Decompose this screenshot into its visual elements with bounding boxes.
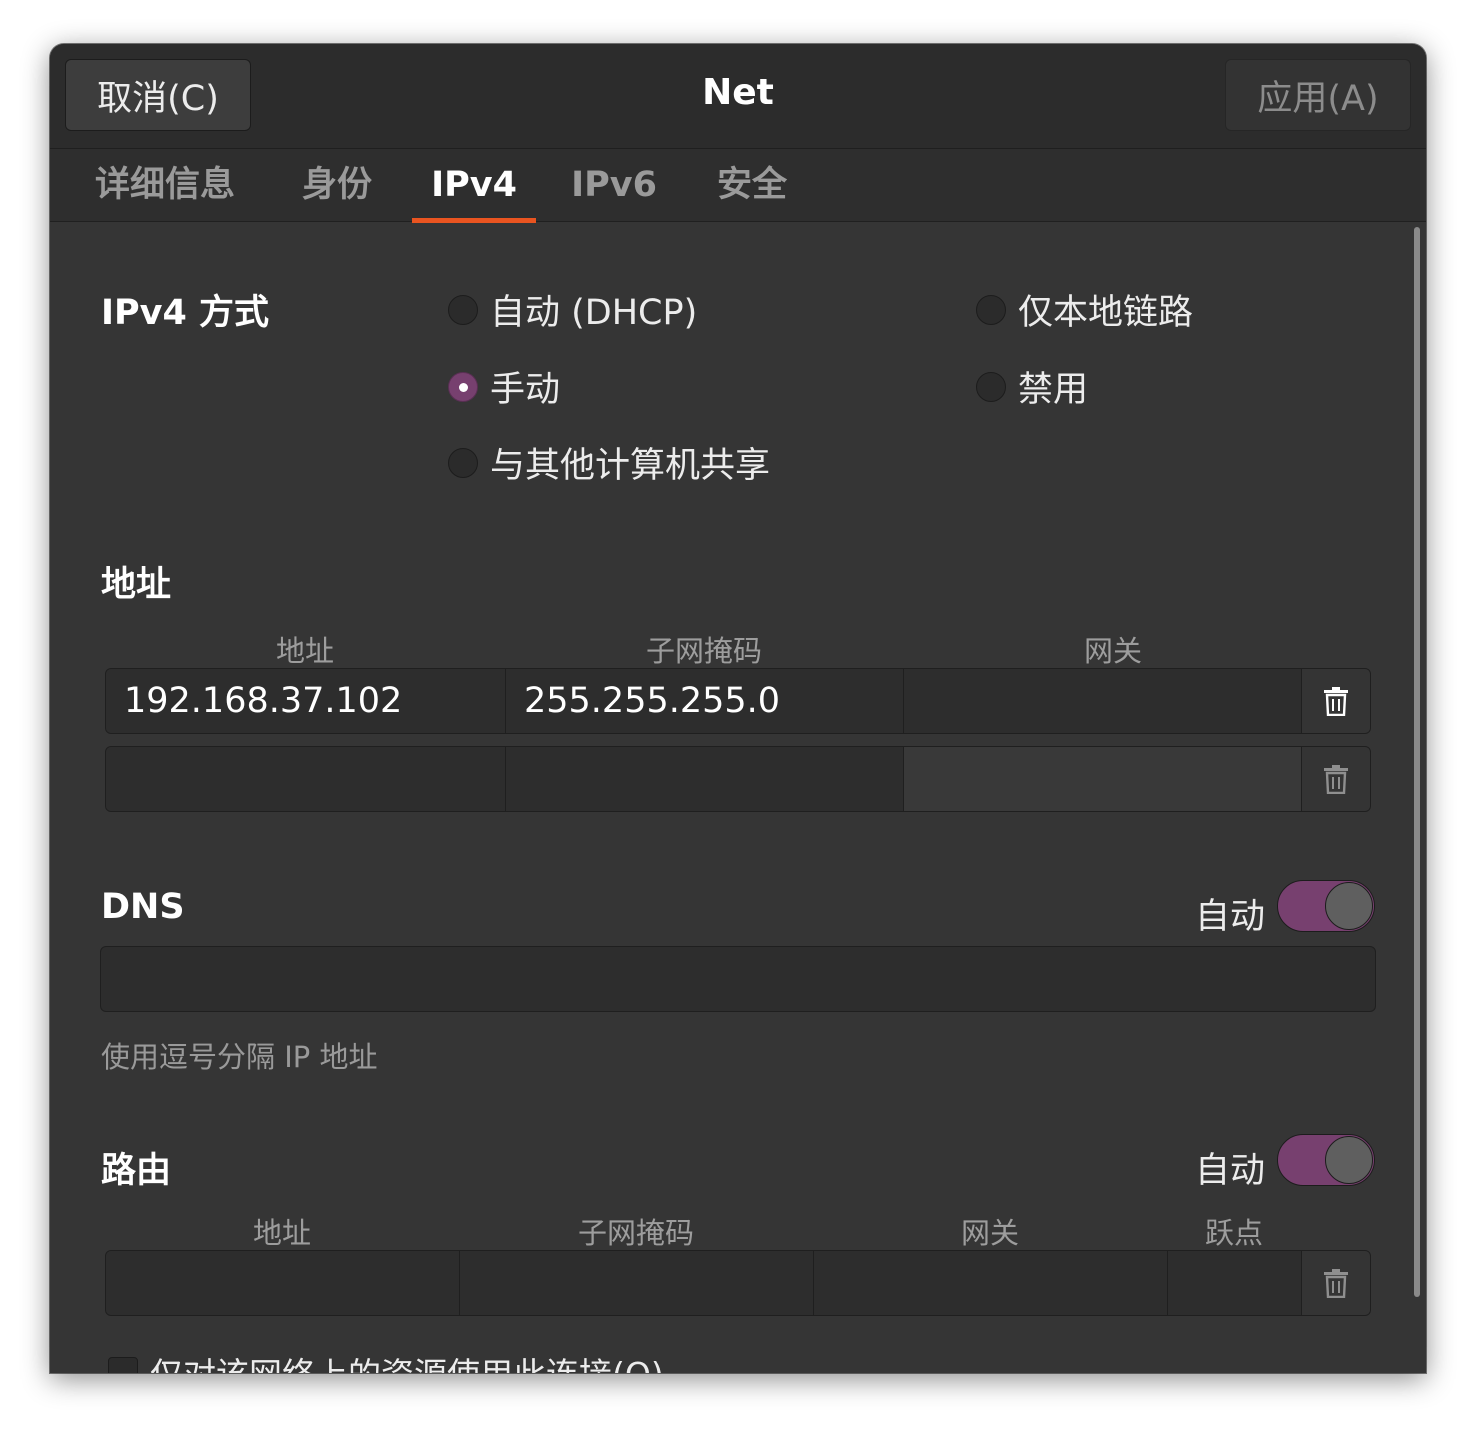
address-row: 192.168.37.102 255.255.255.0: [105, 668, 1371, 734]
network-settings-dialog: 取消(C) Net 应用(A) 详细信息 身份 IPv4 IPv6 安全 IPv…: [50, 44, 1426, 1373]
dns-auto-label: 自动: [1195, 897, 1266, 937]
radio-disabled-label: 禁用: [1018, 370, 1089, 410]
netmask-column-header: 子网掩码: [645, 634, 762, 668]
scrollbar[interactable]: [1414, 227, 1420, 1297]
route-netmask-column-header: 子网掩码: [577, 1216, 694, 1250]
dns-title: DNS: [101, 887, 185, 927]
header-bar: 取消(C) Net 应用(A): [50, 44, 1426, 149]
apply-button[interactable]: 应用(A): [1225, 59, 1411, 131]
tab-details[interactable]: 详细信息: [93, 149, 237, 221]
gateway-column-header: 网关: [1083, 634, 1142, 668]
route-netmask-input[interactable]: [460, 1251, 814, 1315]
dns-input[interactable]: [100, 946, 1376, 1012]
tab-ipv4[interactable]: IPv4: [412, 149, 536, 223]
radio-indicator-checked[interactable]: [448, 371, 478, 402]
route-metric-input[interactable]: [1168, 1251, 1302, 1315]
trash-icon: [1324, 1269, 1348, 1298]
tab-bar: 详细信息 身份 IPv4 IPv6 安全: [50, 149, 1426, 223]
address-input[interactable]: [106, 747, 506, 811]
only-local-resources-checkbox[interactable]: 仅对该网络上的资源使用此连接(O): [108, 1348, 664, 1373]
radio-indicator[interactable]: [976, 294, 1006, 325]
route-gateway-column-header: 网关: [960, 1216, 1019, 1250]
delete-route-button[interactable]: [1302, 1251, 1370, 1315]
address-input[interactable]: 192.168.37.102: [106, 669, 506, 733]
tab-security[interactable]: 安全: [716, 149, 788, 221]
delete-address-button[interactable]: [1302, 747, 1370, 811]
routes-title: 路由: [101, 1151, 172, 1191]
ipv4-page: IPv4 方式 自动 (DHCP) 仅本地链路 手动 禁用 与其他计算机共享 地…: [50, 222, 1426, 1373]
radio-link-local-label: 仅本地链路: [1018, 293, 1194, 333]
dns-auto-switch[interactable]: [1277, 880, 1375, 932]
route-row: [105, 1250, 1371, 1316]
tab-identity[interactable]: 身份: [301, 149, 373, 221]
netmask-input[interactable]: 255.255.255.0: [506, 669, 904, 733]
routes-auto-label: 自动: [1195, 1151, 1266, 1191]
ipv4-method-title: IPv4 方式: [101, 293, 270, 333]
trash-icon: [1324, 765, 1348, 794]
addresses-title: 地址: [101, 565, 172, 605]
dns-hint: 使用逗号分隔 IP 地址: [101, 1040, 378, 1074]
netmask-input[interactable]: [506, 747, 904, 811]
window-title: Net: [702, 72, 774, 113]
radio-link-local[interactable]: 仅本地链路: [976, 284, 1193, 335]
radio-dhcp[interactable]: 自动 (DHCP): [448, 284, 697, 335]
radio-manual-label: 手动: [490, 370, 561, 410]
route-metric-column-header: 跃点: [1204, 1216, 1263, 1250]
route-address-column-header: 地址: [252, 1216, 311, 1250]
checkbox-indicator[interactable]: [108, 1357, 138, 1373]
address-column-header: 地址: [275, 634, 334, 668]
radio-indicator[interactable]: [448, 294, 478, 325]
radio-indicator[interactable]: [976, 371, 1006, 402]
route-gateway-input[interactable]: [814, 1251, 1168, 1315]
tab-ipv6[interactable]: IPv6: [569, 149, 659, 221]
address-row-empty: [105, 746, 1371, 812]
radio-indicator[interactable]: [448, 447, 478, 478]
route-address-input[interactable]: [106, 1251, 460, 1315]
routes-auto-switch[interactable]: [1277, 1134, 1375, 1186]
only-local-resources-label: 仅对该网络上的资源使用此连接(O): [150, 1348, 664, 1373]
gateway-input[interactable]: [904, 669, 1302, 733]
delete-address-button[interactable]: [1302, 669, 1370, 733]
trash-icon: [1324, 687, 1348, 716]
radio-manual[interactable]: 手动: [448, 361, 560, 412]
switch-knob: [1325, 882, 1373, 930]
radio-disabled[interactable]: 禁用: [976, 361, 1088, 412]
radio-dhcp-label: 自动 (DHCP): [490, 293, 698, 333]
radio-shared[interactable]: 与其他计算机共享: [448, 437, 770, 488]
radio-shared-label: 与其他计算机共享: [490, 446, 771, 486]
gateway-input[interactable]: [904, 747, 1302, 811]
switch-knob: [1325, 1136, 1373, 1184]
